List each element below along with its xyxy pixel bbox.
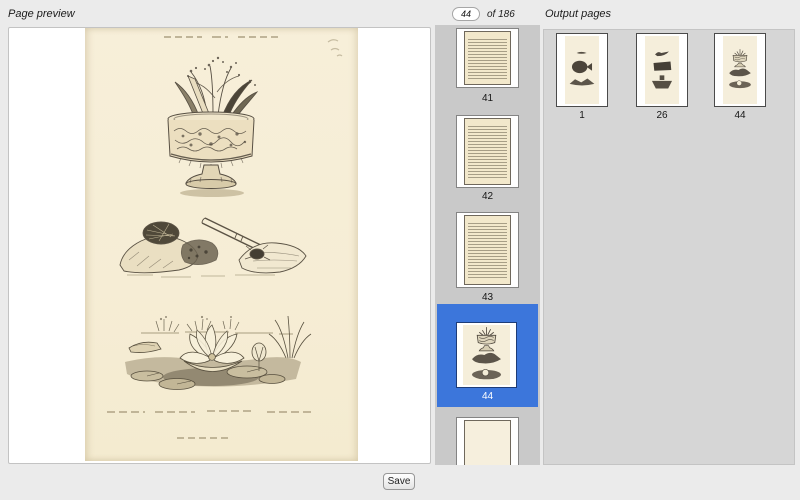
filmstrip-item-44-selected[interactable]: 44 (437, 304, 538, 407)
fish-mini-illustration (565, 36, 599, 104)
of-label: of (487, 9, 495, 20)
output-page-1[interactable]: 1 (556, 33, 608, 107)
output-page-number: 44 (714, 110, 766, 121)
page-count-label: of 186 (487, 9, 515, 20)
output-pages-panel: 1 26 44 (543, 29, 795, 465)
thumbnail-frame (456, 417, 519, 465)
output-page-number: 26 (636, 110, 688, 121)
filmstrip-item-number: 42 (435, 191, 540, 202)
vase-rocks-waterlily-mini-illustration (463, 325, 510, 385)
thumbnail-image-blank-page (464, 420, 511, 465)
vase-rocks-waterlily-mini-illustration (723, 36, 757, 104)
thumbnail-frame (556, 33, 608, 107)
thumbnail-image-text-page (464, 118, 511, 185)
thumbnail-frame (456, 28, 519, 88)
output-page-number: 1 (556, 110, 608, 121)
page-preview-image (85, 28, 358, 461)
thumbnail-frame (714, 33, 766, 107)
thumbnail-frame (456, 322, 517, 388)
thumbnail-image-bird-page (645, 36, 679, 104)
thumbnail-image-fish-page (565, 36, 599, 104)
save-button[interactable]: Save (383, 473, 415, 490)
text-page-lines (468, 124, 507, 179)
bird-box-basin-mini-illustration (645, 36, 679, 104)
thumbnail-image-illustration-page (723, 36, 757, 104)
text-page-lines (468, 221, 507, 279)
page-preview-panel (8, 27, 431, 464)
filmstrip[interactable]: 41 42 43 44 (435, 25, 540, 465)
current-page-input[interactable] (452, 7, 480, 21)
thumbnail-image-illustration-page (463, 325, 510, 385)
thumbnail-image-text-page (464, 215, 511, 285)
text-page-lines (468, 37, 507, 79)
thumbnail-frame (456, 212, 519, 288)
page-preview-label: Page preview (8, 8, 75, 20)
filmstrip-item-number: 44 (437, 391, 538, 402)
thumbnail-image-text-page (464, 31, 511, 85)
filmstrip-item-number: 41 (435, 93, 540, 104)
thumbnail-frame (456, 115, 519, 188)
total-pages: 186 (498, 9, 515, 20)
output-pages-label: Output pages (545, 8, 611, 20)
output-page-26[interactable]: 26 (636, 33, 688, 107)
app-window: Page preview (0, 0, 800, 500)
output-page-44[interactable]: 44 (714, 33, 766, 107)
thumbnail-frame (636, 33, 688, 107)
filmstrip-item-number: 43 (435, 292, 540, 303)
book-page-illustration (85, 28, 358, 461)
